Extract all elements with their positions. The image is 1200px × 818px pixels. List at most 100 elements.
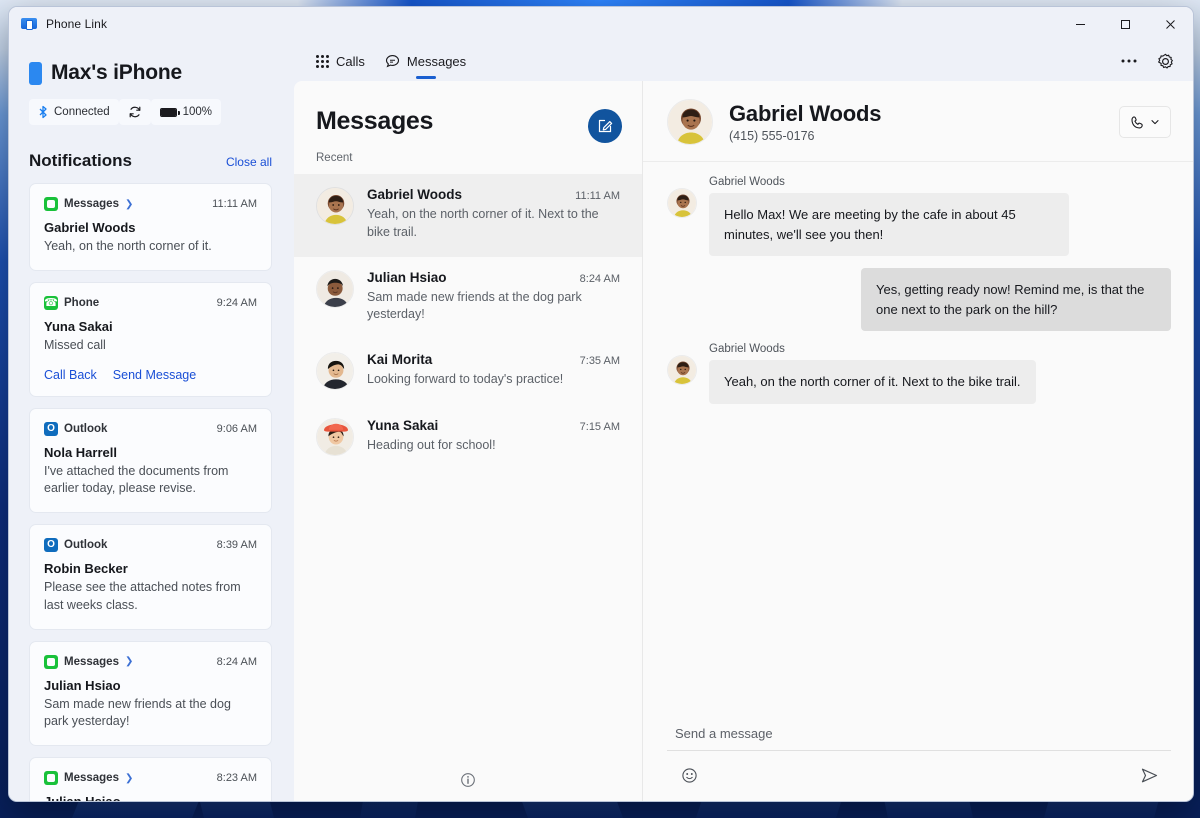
maximize-button[interactable] (1103, 7, 1148, 41)
notification-card[interactable]: Outlook 8:39 AM Robin Becker Please see … (29, 524, 272, 630)
list-title: Messages (316, 107, 434, 135)
window-title: Phone Link (46, 17, 108, 31)
notification-action[interactable]: Call Back (44, 368, 97, 382)
conversation-list-item[interactable]: Kai Morita 7:35 AM Looking forward to to… (294, 339, 642, 405)
notification-action[interactable]: Send Message (113, 368, 196, 382)
conversation-list-pane: Messages Recent Gabriel Woods 11:11 AM Y… (294, 81, 643, 801)
device-name: Max's iPhone (51, 61, 182, 84)
notification-app-name: Messages (64, 772, 119, 784)
notification-time: 8:24 AM (216, 655, 257, 668)
connection-status-label: Connected (54, 106, 110, 118)
list-footer (294, 759, 642, 801)
notification-time: 8:23 AM (216, 772, 257, 784)
conversation-time: 11:11 AM (575, 190, 620, 202)
messages-app-icon (44, 771, 58, 785)
title-bar: Phone Link (9, 7, 1193, 41)
call-button[interactable] (1119, 106, 1171, 138)
phone-link-icon (21, 16, 37, 32)
incoming-message: Gabriel Woods Hello Max! We are meeting … (667, 176, 1171, 256)
more-options-icon[interactable] (1113, 45, 1145, 77)
sidebar: Max's iPhone Connected 100% Notification… (9, 41, 292, 801)
notification-card[interactable]: Outlook 9:06 AM Nola Harrell I've attach… (29, 407, 272, 513)
connection-status-chip: Connected (29, 99, 119, 125)
messages-app-icon (44, 654, 58, 669)
send-icon[interactable] (1133, 759, 1165, 791)
conversation-preview: Looking forward to today's practice! (367, 372, 564, 386)
list-header: Messages (294, 81, 642, 143)
battery-chip: 100% (150, 99, 222, 125)
tab-calls[interactable]: Calls (306, 41, 375, 81)
refresh-icon (128, 105, 142, 119)
tab-messages-label: Messages (406, 53, 467, 69)
conversation-header: Gabriel Woods (415) 555-0176 (643, 81, 1193, 162)
notification-time: 9:06 AM (216, 422, 257, 435)
conversation-list-item[interactable]: Yuna Sakai 7:15 AM Heading out for schoo… (294, 405, 642, 471)
notification-time: 9:24 AM (216, 296, 257, 309)
chevron-right-icon: ❯ (124, 772, 134, 784)
notification-sender: Nola Harrell (44, 444, 117, 460)
notification-app-name: Phone (64, 296, 100, 309)
avatar-yuna (316, 418, 354, 456)
notification-app-name: Outlook (64, 422, 108, 435)
messages-app-icon (44, 197, 58, 211)
notification-card[interactable]: Messages ❯ 8:24 AM Julian Hsiao Sam made… (29, 640, 272, 746)
conversation-time: 7:15 AM (579, 421, 620, 433)
conversation-list-item[interactable]: Gabriel Woods 11:11 AM Yeah, on the nort… (294, 174, 642, 257)
phone-icon (29, 61, 42, 85)
outlook-app-icon (44, 538, 58, 552)
close-button[interactable] (1148, 7, 1193, 41)
message-sender: Gabriel Woods (709, 343, 785, 355)
refresh-button[interactable] (118, 99, 151, 125)
conversation-preview: Sam made new friends at the dog park yes… (367, 289, 582, 322)
message-bubble: Hello Max! We are meeting by the cafe in… (709, 193, 1069, 256)
conversation-time: 7:35 AM (579, 355, 620, 367)
conversation-name: Yuna Sakai (367, 418, 439, 433)
notification-sender: Robin Becker (44, 561, 128, 576)
gear-icon[interactable] (1149, 45, 1181, 77)
avatar-gabriel (316, 187, 354, 225)
conversation-name: Julian Hsiao (367, 269, 447, 285)
conversation-preview: Heading out for school! (367, 438, 496, 452)
notifications-header: Notifications Close all (29, 151, 292, 171)
notification-app-name: Messages (64, 198, 119, 210)
info-icon[interactable] (452, 764, 484, 796)
notification-body: Missed call (44, 337, 106, 352)
chevron-down-icon (1150, 117, 1160, 127)
notifications-title: Notifications (29, 151, 132, 170)
notification-sender: Julian Hsiao (44, 794, 257, 801)
device-header: Max's iPhone (29, 61, 292, 85)
message-bubble: Yeah, on the north corner of it. Next to… (709, 360, 1036, 404)
phone-app-icon (44, 295, 58, 310)
notification-actions: Call Back Send Message (44, 368, 257, 382)
dialpad-icon (316, 54, 329, 68)
message-composer: Send a message (643, 716, 1193, 801)
window-controls (1058, 7, 1193, 41)
avatar-gabriel (667, 188, 697, 218)
compose-icon[interactable] (588, 109, 622, 143)
notification-app-name: Messages (64, 655, 119, 668)
notification-app-name: Outlook (64, 539, 108, 551)
avatar-gabriel (667, 355, 697, 385)
device-status-bar: Connected 100% (29, 99, 292, 125)
conversation-name: Gabriel Woods (367, 187, 463, 202)
message-input[interactable]: Send a message (667, 716, 1171, 751)
avatar-julian (316, 269, 354, 308)
notification-card[interactable]: Messages ❯ 11:11 AM Gabriel Woods Yeah, … (29, 183, 272, 271)
notification-card[interactable]: Phone 9:24 AM Yuna Sakai Missed call Cal… (29, 281, 272, 397)
bluetooth-icon (38, 105, 48, 119)
conversation-list-item[interactable]: Julian Hsiao 8:24 AM Sam made new friend… (294, 257, 642, 340)
message-sender: Gabriel Woods (709, 176, 785, 188)
message-bubble: Yes, getting ready now! Remind me, is th… (861, 268, 1171, 331)
notification-card[interactable]: Messages ❯ 8:23 AM Julian Hsiao Thanks f… (29, 757, 272, 801)
phone-call-icon (1130, 115, 1145, 130)
close-all-button[interactable]: Close all (226, 155, 272, 169)
conversations: Gabriel Woods 11:11 AM Yeah, on the nort… (294, 174, 642, 759)
outlook-app-icon (44, 421, 58, 436)
phone-link-window: Phone Link Max's iPhone Connected 100% N… (8, 6, 1194, 802)
minimize-button[interactable] (1058, 7, 1103, 41)
notification-time: 11:11 AM (212, 198, 257, 210)
emoji-icon[interactable] (673, 759, 705, 791)
conversation-preview: Yeah, on the north corner of it. Next to… (367, 207, 599, 239)
list-subtitle: Recent (316, 152, 353, 164)
tab-messages[interactable]: Messages (375, 41, 476, 81)
